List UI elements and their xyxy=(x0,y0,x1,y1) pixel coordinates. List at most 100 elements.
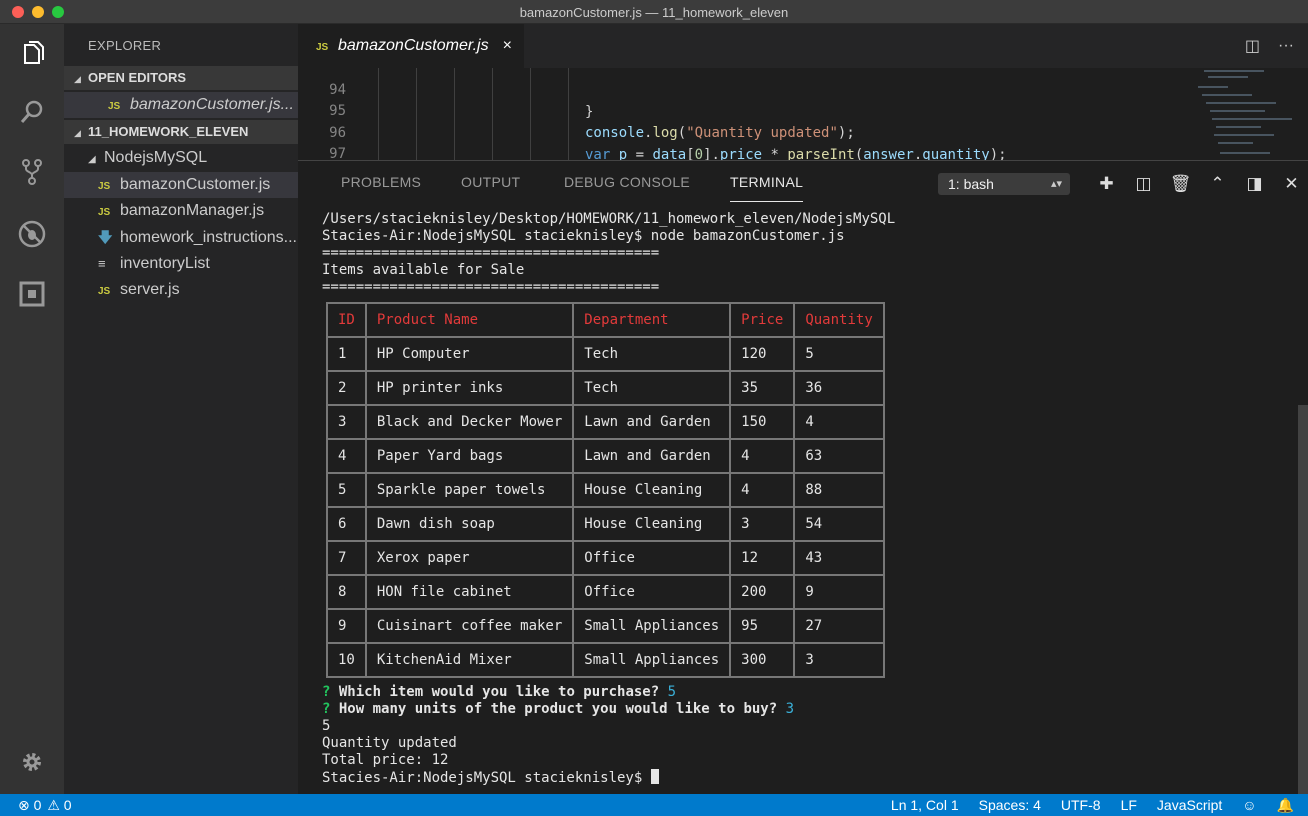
folder-nodejsmysql[interactable]: ◢ NodejsMySQL xyxy=(64,145,298,171)
separator-line: ======================================== xyxy=(322,279,660,295)
question-mark: ? xyxy=(322,684,331,700)
chevron-down-icon: ◢ xyxy=(74,74,81,84)
maximize-panel-icon[interactable]: ◨ xyxy=(1236,174,1273,194)
terminal-output[interactable]: /Users/stacieknisley/Desktop/HOMEWORK/11… xyxy=(322,211,1292,786)
table-cell: Tech xyxy=(572,370,732,406)
table-cell: 9 xyxy=(326,608,367,644)
trash-icon[interactable]: 🗑 xyxy=(1162,174,1199,194)
explorer-title: EXPLORER xyxy=(88,38,162,53)
file-item-server[interactable]: JS server.js xyxy=(64,277,298,303)
table-cell: 4 xyxy=(326,438,367,474)
column-header: Quantity xyxy=(793,302,885,338)
source-control-icon[interactable] xyxy=(14,154,50,190)
table-cell: 6 xyxy=(326,506,367,542)
table-cell: 300 xyxy=(729,642,796,678)
chevron-updown-icon: ▴▾ xyxy=(1050,178,1062,190)
terminal-heading: Items available for Sale xyxy=(322,262,525,278)
table-row: 3 Black and Decker Mower Lawn and Garden 15… xyxy=(326,404,885,440)
terminal-line: Stacies-Air:NodejsMySQL stacieknisley$ n… xyxy=(322,228,845,244)
table-cell: Xerox paper xyxy=(364,540,575,576)
close-icon[interactable]: ✕ xyxy=(1273,174,1308,194)
file-item-bamazonmanager[interactable]: JS bamazonManager.js xyxy=(64,198,298,224)
column-header: Department xyxy=(572,302,732,338)
terminal-select[interactable]: 1: bash ▴▾ xyxy=(938,173,1070,195)
table-body: 1 HP Computer Tech 120 5 2 HP printer inks Tec… xyxy=(326,336,885,678)
table-cell: Tech xyxy=(572,336,732,372)
extensions-icon[interactable] xyxy=(14,276,50,312)
gear-icon[interactable] xyxy=(14,744,50,780)
tab-terminal[interactable]: TERMINAL xyxy=(730,174,804,202)
js-file-icon: JS xyxy=(98,286,111,298)
chevron-up-icon[interactable]: ⌃ xyxy=(1199,174,1236,194)
file-item-homework-instructions[interactable]: 🡇 homework_instructions... xyxy=(64,224,298,250)
split-editor-icon[interactable]: ◫ xyxy=(1245,36,1260,56)
table-cell: Black and Decker Mower xyxy=(364,404,575,440)
column-header: ID xyxy=(326,302,367,338)
bell-icon[interactable]: 🔔 xyxy=(1277,797,1294,814)
js-file-icon: JS xyxy=(108,101,121,113)
project-label: 11_HOMEWORK_ELEVEN xyxy=(88,124,249,139)
open-editors-section[interactable]: ◢ OPEN EDITORS xyxy=(64,66,298,90)
code-line: 96 var p = data[0].price * parseInt(answ… xyxy=(298,100,1198,160)
tab-bamazoncustomer[interactable]: JS bamazonCustomer.js × xyxy=(298,24,524,68)
table-cell: 95 xyxy=(729,608,796,644)
table-cell: 120 xyxy=(729,336,796,372)
more-actions-icon[interactable]: ··· xyxy=(1278,37,1294,55)
terminal-prompt-line[interactable]: Stacies-Air:NodejsMySQL stacieknisley$ xyxy=(322,769,1292,786)
terminal-line: Total price: 12 xyxy=(322,752,449,768)
file-item-bamazoncustomer[interactable]: JS bamazonCustomer.js xyxy=(64,172,298,198)
terminal-select-value: 1: bash xyxy=(948,176,994,192)
tab-output[interactable]: OUTPUT xyxy=(461,174,520,190)
file-label: homework_instructions... xyxy=(120,228,297,246)
project-section[interactable]: ◢ 11_HOMEWORK_ELEVEN xyxy=(64,120,298,144)
split-terminal-icon[interactable]: ◫ xyxy=(1125,174,1162,194)
table-cell: House Cleaning xyxy=(572,472,732,508)
table-cell: 8 xyxy=(326,574,367,610)
indentation[interactable]: Spaces: 4 xyxy=(979,797,1041,814)
js-file-icon: JS xyxy=(316,42,329,53)
table-cell: 4 xyxy=(793,404,885,440)
code-line: 95 console.log("Quantity updated"); xyxy=(298,78,1198,141)
close-icon[interactable]: × xyxy=(503,24,512,68)
feedback-smiley-icon[interactable]: ☺ xyxy=(1242,797,1256,814)
code-line: 98 }); xyxy=(298,143,1198,160)
minimap[interactable] xyxy=(1194,68,1294,160)
table-row: 1 HP Computer Tech 120 5 xyxy=(326,336,885,372)
table-cell: 5 xyxy=(793,336,885,372)
question-text: How many units of the product you would … xyxy=(338,701,778,717)
title-bar: bamazonCustomer.js — 11_homework_eleven xyxy=(0,0,1308,24)
column-header: Price xyxy=(729,302,796,338)
table-cell: Dawn dish soap xyxy=(364,506,575,542)
cursor-position[interactable]: Ln 1, Col 1 xyxy=(891,797,959,814)
window-title: bamazonCustomer.js — 11_homework_eleven xyxy=(519,5,789,20)
explorer-sidebar: EXPLORER ◢ OPEN EDITORS JS bamazonCustomer… xyxy=(64,24,298,794)
debug-icon[interactable] xyxy=(14,216,50,252)
table-cell: 3 xyxy=(326,404,367,440)
encoding[interactable]: UTF-8 xyxy=(1061,797,1101,814)
table-cell: Lawn and Garden xyxy=(572,438,732,474)
tab-debug-console[interactable]: DEBUG CONSOLE xyxy=(564,174,690,190)
file-item-inventorylist[interactable]: ≡ inventoryList xyxy=(64,251,298,277)
terminal-scrollbar[interactable] xyxy=(1298,405,1308,795)
search-icon[interactable] xyxy=(14,94,50,130)
end-of-line[interactable]: LF xyxy=(1121,797,1137,814)
warning-icon: ⚠ xyxy=(47,797,60,813)
table-cell: 7 xyxy=(326,540,367,576)
column-header: Product Name xyxy=(364,302,575,338)
table-cell: 27 xyxy=(793,608,885,644)
code-editor[interactable]: 94 } 95 console.log("Quantity updated");… xyxy=(298,68,1308,160)
new-terminal-icon[interactable]: ✚ xyxy=(1088,174,1125,194)
table-cell: 4 xyxy=(729,438,796,474)
table-row: 7 Xerox paper Office 12 43 xyxy=(326,540,885,576)
terminal-line: /Users/stacieknisley/Desktop/HOMEWORK/11… xyxy=(322,211,896,227)
open-editors-label: OPEN EDITORS xyxy=(88,70,187,85)
table-row: 9 Cuisinart coffee maker Small Appliances 9… xyxy=(326,608,885,644)
table-cell: Office xyxy=(572,540,732,576)
language-mode[interactable]: JavaScript xyxy=(1157,797,1222,814)
file-label: server.js xyxy=(120,281,180,298)
problems-indicator[interactable]: ⊗ 0 ⚠ 0 xyxy=(18,797,72,814)
error-count: 0 xyxy=(33,797,42,813)
open-editor-item[interactable]: JS bamazonCustomer.js... xyxy=(64,92,298,118)
files-icon[interactable] xyxy=(14,36,50,72)
tab-problems[interactable]: PROBLEMS xyxy=(341,174,421,190)
